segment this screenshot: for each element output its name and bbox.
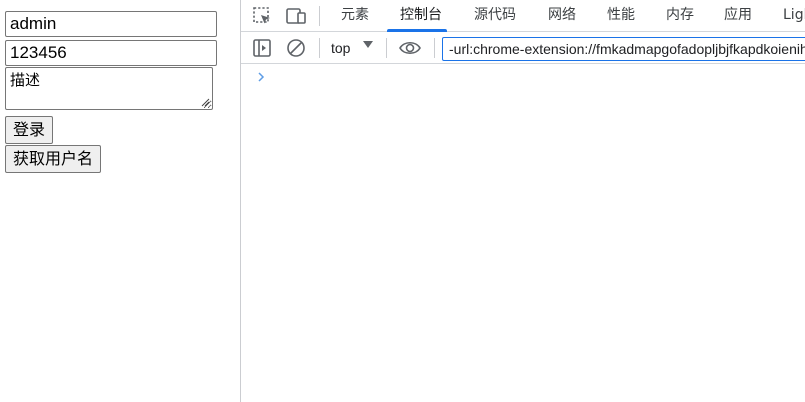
sidebar-toggle-icon[interactable] — [251, 37, 273, 59]
devtools-tabbar: 元素 控制台 源代码 网络 性能 内存 应用 Ligh — [241, 0, 805, 32]
username-input[interactable]: admin — [5, 11, 217, 37]
separator — [319, 6, 320, 26]
description-textarea[interactable]: 描述 — [5, 67, 213, 110]
tab-application[interactable]: 应用 — [724, 0, 752, 32]
device-toolbar-icon[interactable] — [285, 5, 307, 27]
web-page: admin 123456 描述 登录 获取用户名 — [0, 0, 241, 402]
active-tab-indicator — [387, 29, 447, 32]
eye-icon[interactable] — [398, 37, 422, 59]
login-button[interactable]: 登录 — [5, 116, 54, 144]
description-text: 描述 — [10, 71, 41, 89]
tab-console[interactable]: 控制台 — [400, 0, 442, 32]
get-username-button[interactable]: 获取用户名 — [5, 145, 102, 173]
console-toolbar: top -url:chrome-extension://fmkadmapgofa… — [241, 33, 805, 64]
console-prompt-icon — [258, 72, 265, 82]
separator — [386, 38, 387, 58]
tab-memory[interactable]: 内存 — [666, 0, 694, 32]
console-output[interactable] — [241, 65, 805, 402]
tab-sources[interactable]: 源代码 — [474, 0, 516, 32]
password-input[interactable]: 123456 — [5, 40, 217, 66]
separator — [319, 38, 320, 58]
tab-elements[interactable]: 元素 — [341, 0, 369, 32]
devtools-panel: 元素 控制台 源代码 网络 性能 内存 应用 Ligh top -url:chr… — [240, 0, 805, 402]
tab-lighthouse[interactable]: Ligh — [783, 0, 805, 32]
resize-grip-icon[interactable] — [201, 98, 210, 107]
tab-performance[interactable]: 性能 — [607, 0, 635, 32]
clear-console-icon[interactable] — [285, 37, 307, 59]
separator — [434, 38, 435, 58]
tab-network[interactable]: 网络 — [548, 0, 576, 32]
chevron-down-icon[interactable] — [363, 41, 373, 49]
inspect-element-icon[interactable] — [251, 5, 273, 27]
context-selector[interactable]: top — [331, 37, 350, 59]
console-filter-input[interactable]: -url:chrome-extension://fmkadmapgofadopl… — [442, 37, 805, 61]
